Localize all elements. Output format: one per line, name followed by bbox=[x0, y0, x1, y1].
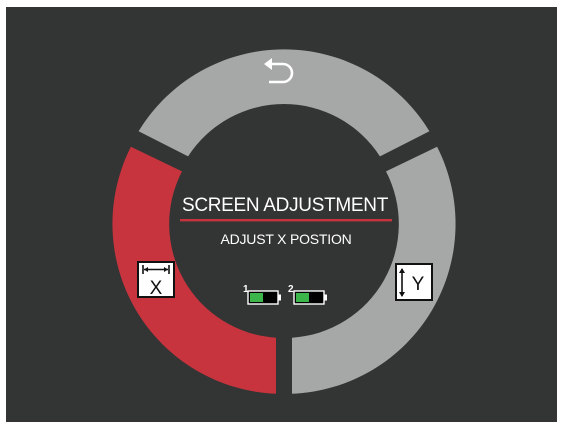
battery-2: 2 bbox=[288, 284, 327, 305]
battery-2-fill bbox=[296, 293, 309, 302]
menu-subtitle: ADJUST X POSTION bbox=[220, 231, 351, 247]
radial-menu: X Y SCREEN ADJUSTMENT ADJUST X POSTION 1… bbox=[112, 49, 456, 394]
height-y-icon: Y bbox=[395, 263, 433, 301]
battery-1-fill bbox=[250, 293, 263, 302]
battery-1: 1 bbox=[243, 284, 281, 305]
back-segment[interactable] bbox=[138, 49, 430, 157]
x-letter: X bbox=[150, 278, 163, 299]
screen: X Y SCREEN ADJUSTMENT ADJUST X POSTION 1… bbox=[6, 7, 557, 422]
menu-title: SCREEN ADJUSTMENT bbox=[182, 195, 389, 216]
battery-icon bbox=[293, 290, 327, 305]
y-letter: Y bbox=[412, 274, 425, 295]
title-divider bbox=[180, 219, 392, 222]
adjust-x-segment[interactable] bbox=[112, 146, 276, 394]
battery-icon bbox=[247, 290, 281, 305]
width-x-icon: X bbox=[137, 261, 175, 299]
battery-2-label: 2 bbox=[288, 284, 294, 295]
